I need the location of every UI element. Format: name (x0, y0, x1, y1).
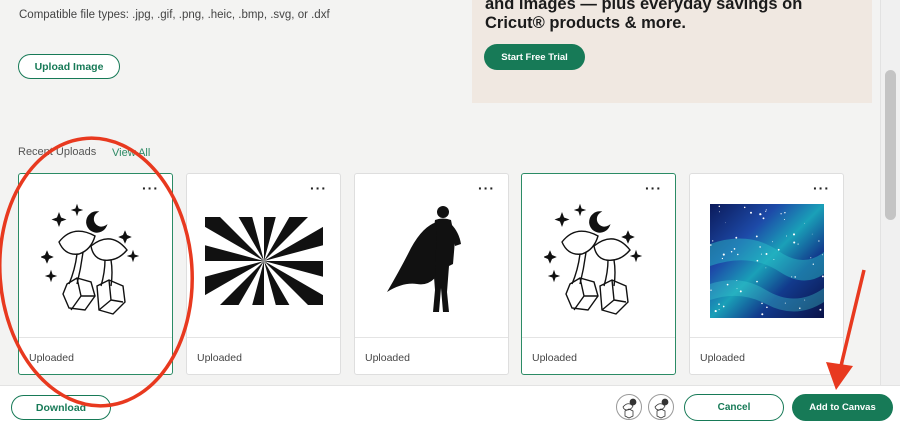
promo-banner: and images — plus everyday savings on Cr… (472, 0, 872, 103)
upload-card-1[interactable]: ··· Uploaded (18, 173, 173, 375)
footer-bar: Download Cancel Add to Canvas (0, 385, 900, 424)
selected-image-thumbnail-1[interactable] (616, 394, 642, 420)
view-all-link[interactable]: View All (112, 147, 150, 159)
upload-image-button[interactable]: Upload Image (18, 54, 120, 79)
scrollbar-thumb[interactable] (885, 70, 896, 220)
upload-card-5[interactable]: ··· Uploaded (689, 173, 844, 375)
start-free-trial-button[interactable]: Start Free Trial (484, 44, 585, 70)
more-options-icon[interactable]: ··· (142, 181, 159, 195)
more-options-icon[interactable]: ··· (310, 181, 327, 195)
galaxy-image (708, 202, 826, 320)
upload-card-3[interactable]: ··· Uploaded (354, 173, 509, 375)
vertical-scrollbar[interactable] (880, 0, 900, 385)
sunburst-image (205, 202, 323, 320)
download-button[interactable]: Download (11, 395, 111, 420)
card-divider (355, 337, 508, 338)
card-label: Uploaded (197, 352, 242, 364)
sunburst-svg (205, 217, 323, 305)
promo-text: and images — plus everyday savings on Cr… (485, 0, 803, 32)
superhero-silhouette-image (373, 202, 491, 320)
recent-uploads-label: Recent Uploads (18, 146, 97, 158)
more-options-icon[interactable]: ··· (478, 181, 495, 195)
cancel-button[interactable]: Cancel (684, 394, 784, 421)
selected-image-thumbnail-2[interactable] (648, 394, 674, 420)
card-label: Uploaded (29, 352, 74, 364)
card-divider (187, 337, 340, 338)
card-divider (19, 337, 172, 338)
upload-card-4[interactable]: ··· Uploaded (521, 173, 676, 375)
more-options-icon[interactable]: ··· (813, 181, 830, 195)
card-divider (690, 337, 843, 338)
card-label: Uploaded (700, 352, 745, 364)
mushroom-crystal-image (37, 202, 155, 320)
card-label: Uploaded (532, 352, 577, 364)
compatible-file-types-text: Compatible file types: .jpg, .gif, .png,… (19, 9, 330, 21)
more-options-icon[interactable]: ··· (645, 181, 662, 195)
card-label: Uploaded (365, 352, 410, 364)
add-to-canvas-button[interactable]: Add to Canvas (792, 394, 893, 421)
upload-card-2[interactable]: ··· Uploaded (186, 173, 341, 375)
card-divider (522, 337, 675, 338)
mushroom-crystal-image (540, 202, 658, 320)
